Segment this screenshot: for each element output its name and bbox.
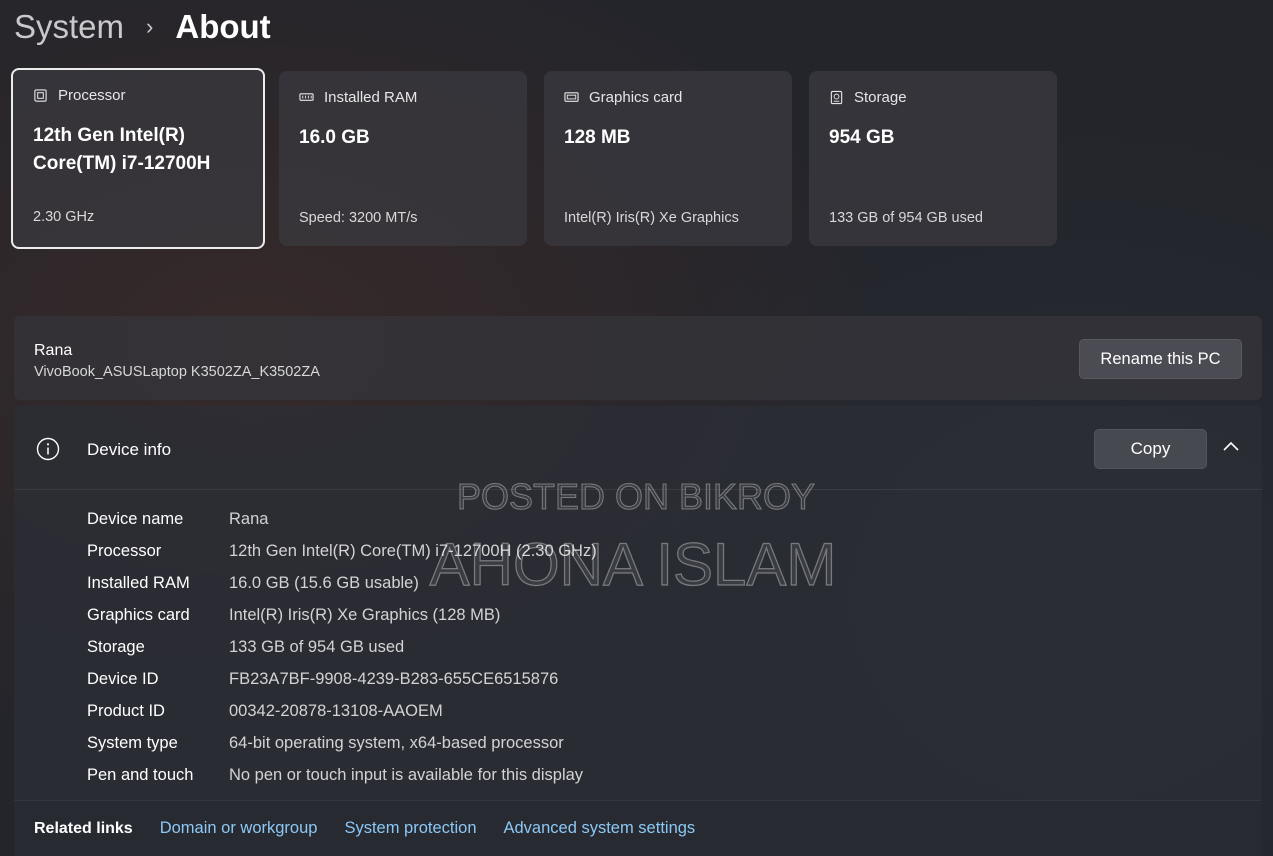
ram-icon	[299, 93, 314, 101]
info-icon	[36, 437, 60, 461]
breadcrumb-system[interactable]: System	[14, 8, 124, 46]
spec-value: 954 GB	[829, 127, 895, 148]
info-label: Installed RAM	[87, 573, 190, 592]
pc-name: Rana	[34, 342, 73, 359]
spec-card-processor[interactable]: Processor 12th Gen Intel(R) Core(TM) i7-…	[11, 68, 265, 249]
link-domain-or-workgroup[interactable]: Domain or workgroup	[160, 819, 318, 838]
spec-value: 12th Gen Intel(R) Core(TM) i7-12700H	[33, 125, 211, 174]
related-links-title: Related links	[34, 819, 133, 837]
info-label: Product ID	[87, 701, 165, 720]
info-label: System type	[87, 733, 178, 752]
info-label: Graphics card	[87, 605, 190, 624]
chevron-up-icon[interactable]	[1222, 440, 1240, 452]
related-links-bar: Related links Domain or workgroup System…	[14, 800, 1262, 856]
info-value: 64-bit operating system, x64-based proce…	[229, 733, 564, 752]
info-value: 12th Gen Intel(R) Core(TM) i7-12700H (2.…	[229, 541, 597, 560]
info-row: Processor 12th Gen Intel(R) Core(TM) i7-…	[87, 535, 597, 567]
link-system-protection[interactable]: System protection	[344, 819, 476, 838]
spec-sub: Intel(R) Iris(R) Xe Graphics	[564, 210, 739, 226]
info-value: 133 GB of 954 GB used	[229, 637, 405, 656]
page-title: About	[175, 8, 271, 45]
info-row: Device ID FB23A7BF-9908-4239-B283-655CE6…	[87, 663, 597, 695]
device-info-header[interactable]: Device info Copy	[14, 406, 1262, 490]
spec-card-graphics[interactable]: Graphics card 128 MB Intel(R) Iris(R) Xe…	[544, 71, 792, 246]
info-label: Device ID	[87, 669, 159, 688]
info-row: Device name Rana	[87, 503, 597, 535]
info-label: Pen and touch	[87, 765, 194, 784]
graphics-card-icon	[564, 92, 579, 102]
info-value: Rana	[229, 509, 269, 528]
info-value: Intel(R) Iris(R) Xe Graphics (128 MB)	[229, 605, 501, 624]
spec-label: Storage	[854, 89, 907, 106]
info-value: No pen or touch input is available for t…	[229, 765, 584, 784]
info-label: Storage	[87, 637, 145, 656]
spec-sub: Speed: 3200 MT/s	[299, 210, 418, 226]
info-value: 16.0 GB (15.6 GB usable)	[229, 573, 419, 592]
info-label: Device name	[87, 509, 184, 528]
storage-icon	[830, 90, 843, 105]
copy-button[interactable]: Copy	[1094, 429, 1207, 469]
info-row: System type 64-bit operating system, x64…	[87, 727, 597, 759]
device-info-list: Device name Rana Processor 12th Gen Inte…	[87, 503, 597, 791]
spec-label: Installed RAM	[324, 89, 418, 106]
info-row: Pen and touch No pen or touch input is a…	[87, 759, 597, 791]
info-row: Storage 133 GB of 954 GB used	[87, 631, 597, 663]
info-row: Product ID 00342-20878-13108-AAOEM	[87, 695, 597, 727]
spec-label: Processor	[58, 87, 126, 104]
spec-value: 16.0 GB	[299, 127, 370, 148]
spec-value: 128 MB	[564, 127, 631, 148]
device-info-panel: Device info Copy Device name Rana Proces…	[14, 406, 1262, 856]
spec-card-storage[interactable]: Storage 954 GB 133 GB of 954 GB used	[809, 71, 1057, 246]
info-row: Graphics card Intel(R) Iris(R) Xe Graphi…	[87, 599, 597, 631]
spec-sub: 133 GB of 954 GB used	[829, 210, 983, 226]
info-label: Processor	[87, 541, 162, 560]
pc-model: VivoBook_ASUSLaptop K3502ZA_K3502ZA	[34, 364, 320, 380]
spec-label: Graphics card	[589, 89, 683, 106]
rename-pc-button[interactable]: Rename this PC	[1079, 339, 1242, 379]
pc-name-row: Rana VivoBook_ASUSLaptop K3502ZA_K3502ZA…	[14, 316, 1262, 400]
info-value: FB23A7BF-9908-4239-B283-655CE6515876	[229, 669, 559, 688]
processor-icon	[34, 89, 47, 102]
info-row: Installed RAM 16.0 GB (15.6 GB usable)	[87, 567, 597, 599]
info-value: 00342-20878-13108-AAOEM	[229, 701, 443, 720]
spec-card-ram[interactable]: Installed RAM 16.0 GB Speed: 3200 MT/s	[279, 71, 527, 246]
breadcrumb: System › About	[14, 4, 271, 50]
breadcrumb-separator-icon: ›	[146, 14, 154, 39]
link-advanced-system-settings[interactable]: Advanced system settings	[504, 819, 696, 838]
device-info-title: Device info	[87, 440, 172, 459]
spec-sub: 2.30 GHz	[33, 209, 95, 225]
